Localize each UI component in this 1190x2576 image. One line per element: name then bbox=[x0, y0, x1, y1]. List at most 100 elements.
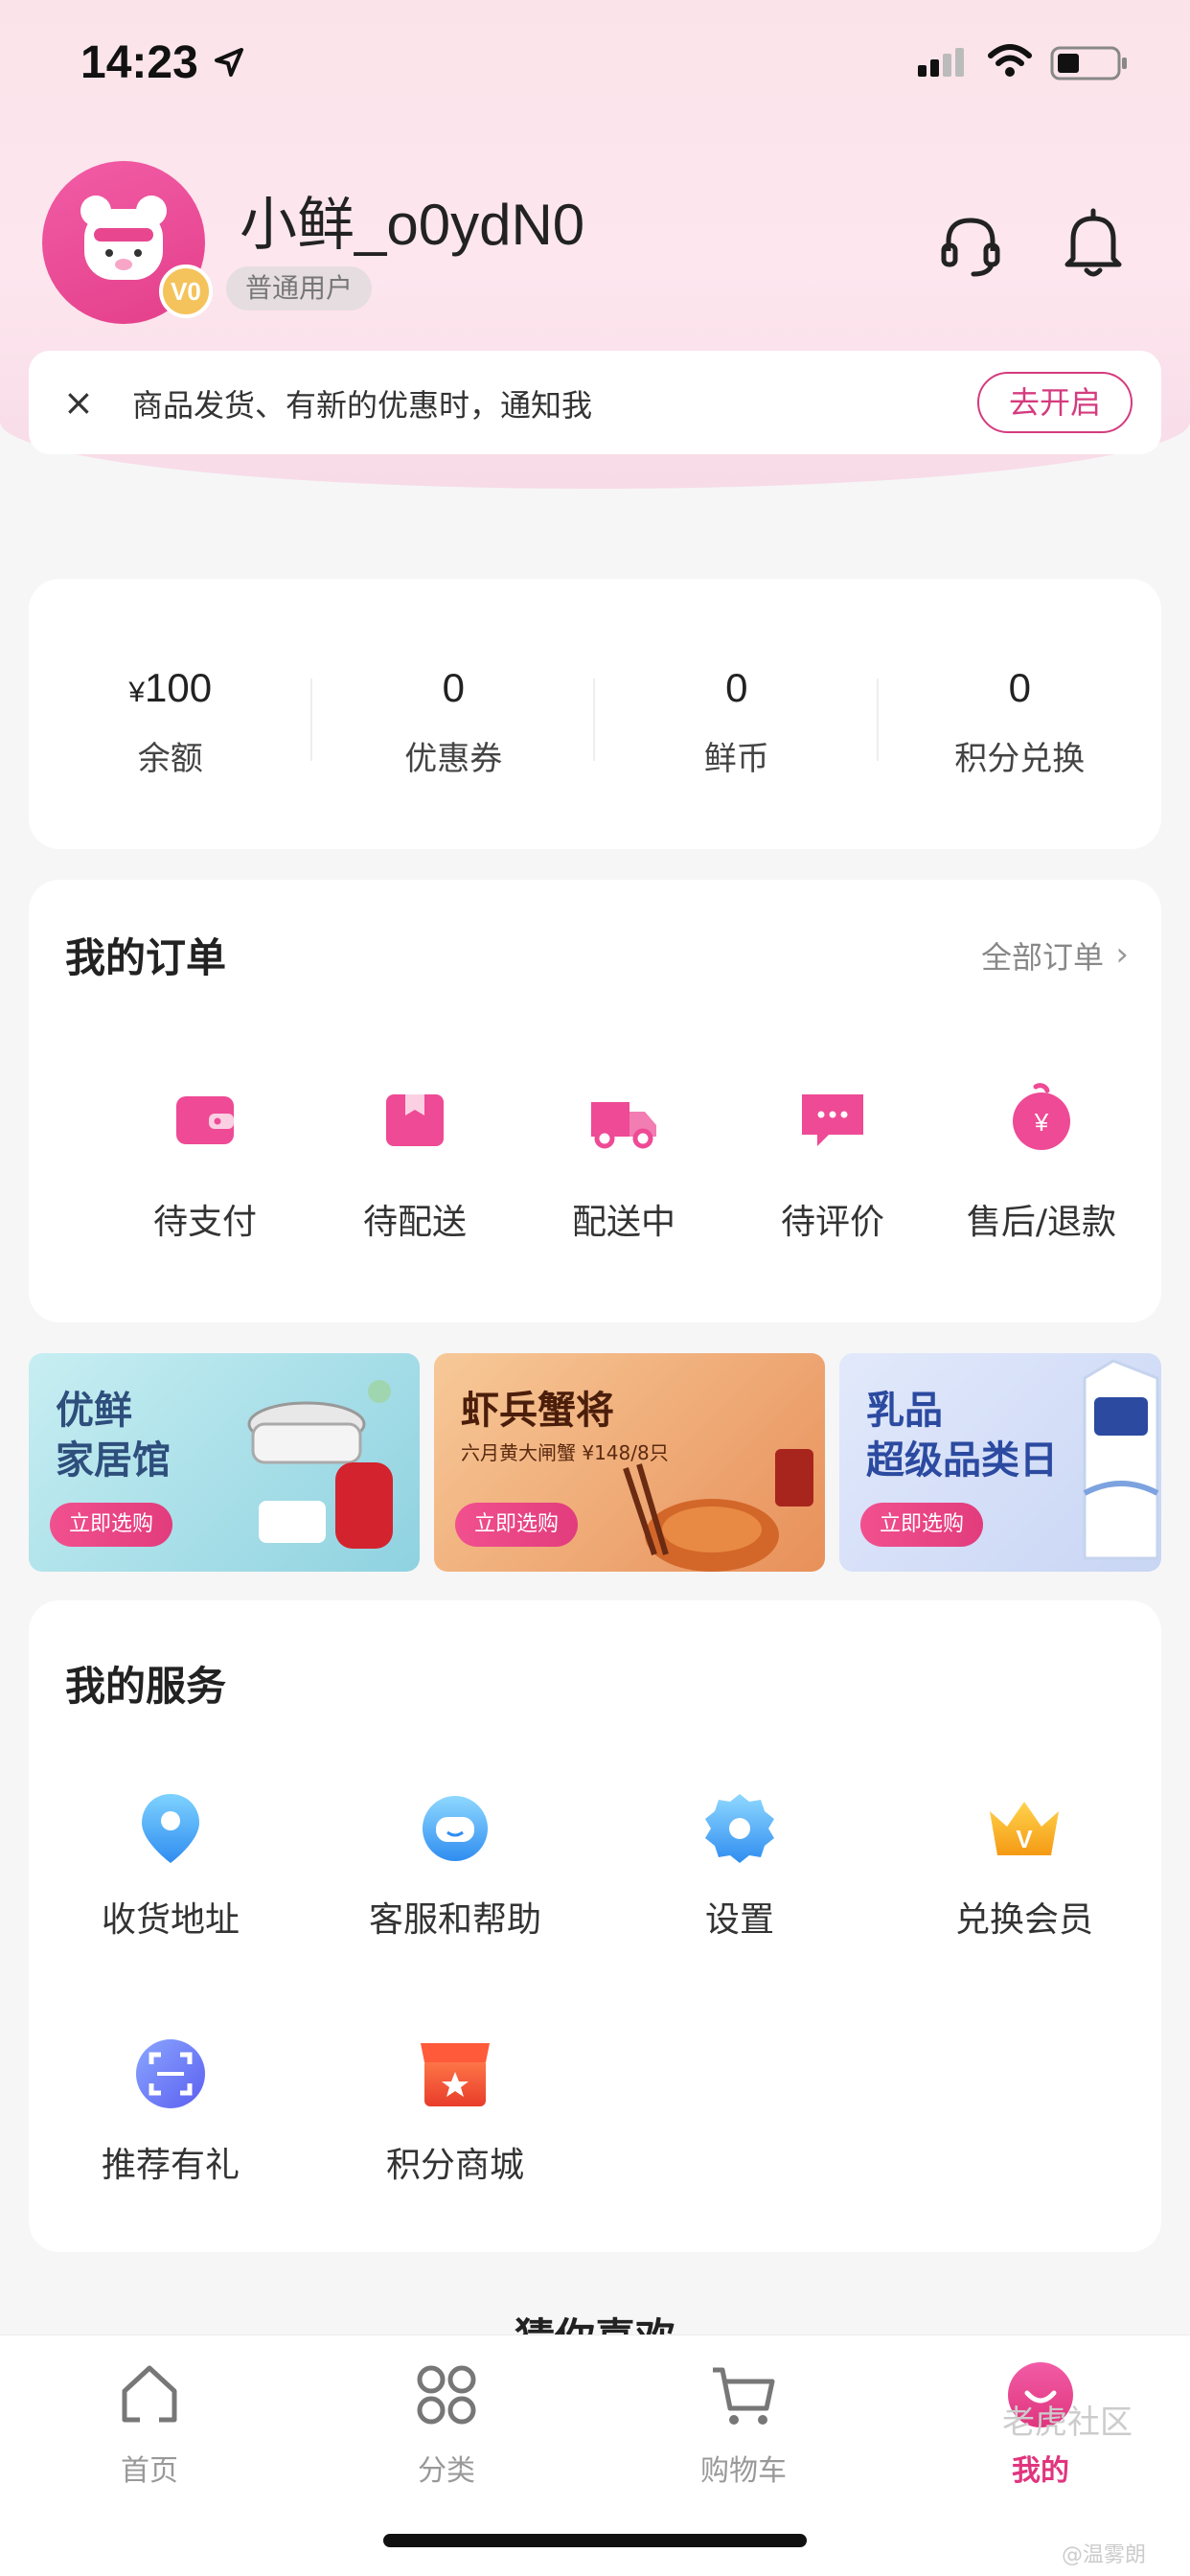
service-redeem-membership[interactable]: V 兑换会员 bbox=[890, 1788, 1158, 1942]
service-label: 收货地址 bbox=[101, 1900, 240, 1940]
tab-home[interactable]: 首页 bbox=[54, 2360, 245, 2489]
orders-title: 我的订单 bbox=[65, 934, 227, 981]
order-label: 配送中 bbox=[571, 1203, 675, 1242]
cart-icon bbox=[713, 2367, 775, 2425]
tab-label: 我的 bbox=[1012, 2454, 1069, 2488]
customer-service-icon bbox=[423, 1796, 488, 1861]
settings-gear-icon bbox=[705, 1794, 774, 1863]
crab-image-icon bbox=[623, 1449, 813, 1572]
enable-notification-button[interactable]: 去开启 bbox=[977, 372, 1133, 433]
tab-label: 分类 bbox=[418, 2454, 475, 2488]
asset-label: 优惠券 bbox=[404, 740, 503, 778]
bell-icon[interactable] bbox=[1062, 207, 1125, 280]
category-grid-icon bbox=[417, 2365, 476, 2425]
service-label: 兑换会员 bbox=[954, 1900, 1093, 1940]
battery-icon bbox=[1050, 46, 1127, 80]
service-customer-help[interactable]: 客服和帮助 bbox=[321, 1788, 589, 1942]
scan-gift-icon bbox=[136, 2039, 205, 2108]
asset-coupons[interactable]: 0 优惠券 bbox=[312, 579, 595, 849]
order-pending-review[interactable]: 待评价 bbox=[729, 1081, 936, 1244]
status-time: 14:23 bbox=[80, 37, 198, 88]
tab-label: 购物车 bbox=[700, 2454, 787, 2488]
services-card: 我的服务 收货地址 客服和帮助 设置 V 兑换会员 推荐有礼 积分商城 bbox=[29, 1600, 1161, 2252]
asset-fresh-coins[interactable]: 0 鲜币 bbox=[595, 579, 879, 849]
banner-title-line: 乳品 bbox=[866, 1389, 943, 1433]
truck-icon bbox=[591, 1102, 656, 1149]
order-after-sales-refund[interactable]: ¥ 售后/退款 bbox=[938, 1081, 1145, 1244]
asset-label: 余额 bbox=[137, 740, 203, 778]
all-orders-link[interactable]: 全部订单 bbox=[981, 933, 1104, 978]
service-label: 积分商城 bbox=[385, 2146, 524, 2185]
wallet-icon bbox=[176, 1096, 234, 1144]
asset-value: ¥100 bbox=[29, 665, 312, 711]
home-indicator[interactable] bbox=[383, 2534, 807, 2547]
banner-crab[interactable]: 虾兵蟹将 六月黄大闸蟹 ¥148/8只 立即选购 bbox=[434, 1353, 825, 1572]
store-icon bbox=[421, 2043, 490, 2106]
asset-balance[interactable]: ¥100 余额 bbox=[29, 579, 312, 849]
asset-label: 鲜币 bbox=[703, 740, 769, 778]
svg-text:¥: ¥ bbox=[1034, 1108, 1049, 1137]
order-pending-delivery[interactable]: 待配送 bbox=[311, 1081, 518, 1244]
order-label: 待配送 bbox=[362, 1203, 467, 1242]
banner-title-line: 优鲜 bbox=[56, 1389, 132, 1433]
asset-label: 积分兑换 bbox=[954, 740, 1086, 778]
banner-title-line: 家居馆 bbox=[56, 1438, 171, 1483]
vip-level-badge: V0 bbox=[159, 264, 213, 318]
tab-cart[interactable]: 购物车 bbox=[648, 2360, 839, 2489]
banner-shop-now-button[interactable]: 立即选购 bbox=[50, 1503, 173, 1547]
banner-title: 虾兵蟹将 bbox=[461, 1389, 614, 1433]
signal-icon bbox=[918, 48, 964, 77]
service-label: 客服和帮助 bbox=[368, 1900, 541, 1940]
order-label: 待支付 bbox=[152, 1203, 257, 1242]
comment-icon bbox=[802, 1094, 863, 1146]
wifi-icon bbox=[988, 44, 1032, 77]
user-level-badge: 普通用户 bbox=[226, 266, 373, 310]
order-in-delivery[interactable]: 配送中 bbox=[520, 1081, 727, 1244]
home-icon bbox=[122, 2365, 177, 2424]
service-label: 设置 bbox=[704, 1900, 774, 1940]
asset-currency: ¥ bbox=[128, 677, 146, 708]
order-label: 售后/退款 bbox=[966, 1203, 1117, 1242]
service-settings[interactable]: 设置 bbox=[606, 1788, 874, 1942]
order-label: 待评价 bbox=[780, 1203, 884, 1242]
close-icon[interactable]: × bbox=[63, 380, 94, 426]
watermark-sub: @温雾朗 bbox=[1062, 2543, 1147, 2567]
service-points-mall[interactable]: 积分商城 bbox=[321, 2034, 589, 2187]
banner-dairy[interactable]: 乳品 超级品类日 立即选购 bbox=[839, 1353, 1161, 1572]
svg-text:V: V bbox=[1016, 1825, 1033, 1853]
chevron-right-icon[interactable]: › bbox=[1115, 935, 1129, 974]
username[interactable]: 小鲜_o0ydN0 bbox=[240, 178, 584, 262]
location-pin-icon bbox=[142, 1794, 199, 1863]
refund-icon: ¥ bbox=[1013, 1083, 1070, 1150]
asset-number: 100 bbox=[145, 665, 213, 710]
service-shipping-address[interactable]: 收货地址 bbox=[36, 1788, 305, 1942]
banner-shop-now-button[interactable]: 立即选购 bbox=[860, 1503, 984, 1547]
assets-card: ¥100 余额 0 优惠券 0 鲜币 0 积分兑换 bbox=[29, 579, 1161, 849]
tab-label: 首页 bbox=[121, 2454, 178, 2488]
asset-value: 0 bbox=[1008, 665, 1031, 710]
location-arrow-icon bbox=[215, 48, 243, 77]
notification-banner: × 商品发货、有新的优惠时，通知我 去开启 bbox=[29, 351, 1161, 454]
watermark: 老虎社区 bbox=[1002, 2404, 1133, 2442]
status-bar: 14:23 bbox=[0, 0, 1190, 125]
banner-shop-now-button[interactable]: 立即选购 bbox=[455, 1503, 579, 1547]
asset-value: 0 bbox=[442, 665, 465, 710]
banner-home-goods[interactable]: 优鲜 家居馆 立即选购 bbox=[29, 1353, 420, 1572]
crown-icon: V bbox=[990, 1802, 1059, 1855]
asset-points[interactable]: 0 积分兑换 bbox=[879, 579, 1162, 849]
cookware-image-icon bbox=[247, 1380, 393, 1549]
banner-title-line: 超级品类日 bbox=[866, 1438, 1058, 1483]
order-pending-payment[interactable]: 待支付 bbox=[102, 1081, 309, 1244]
tab-category[interactable]: 分类 bbox=[351, 2360, 542, 2489]
service-label: 推荐有礼 bbox=[101, 2146, 240, 2185]
asset-value: 0 bbox=[725, 665, 748, 710]
notification-text: 商品发货、有新的优惠时，通知我 bbox=[132, 387, 593, 424]
milk-carton-image-icon bbox=[1083, 1359, 1159, 1560]
services-title: 我的服务 bbox=[65, 1663, 227, 1710]
banner-title: 乳品 超级品类日 bbox=[866, 1386, 1058, 1485]
headset-icon[interactable] bbox=[939, 213, 1002, 282]
orders-card: 我的订单 全部订单 › 待支付 待配送 配送中 待评价 ¥ 售后/退款 bbox=[29, 880, 1161, 1322]
banner-title: 优鲜 家居馆 bbox=[56, 1386, 171, 1485]
service-referral-gift[interactable]: 推荐有礼 bbox=[36, 2034, 305, 2187]
package-icon bbox=[386, 1094, 444, 1146]
